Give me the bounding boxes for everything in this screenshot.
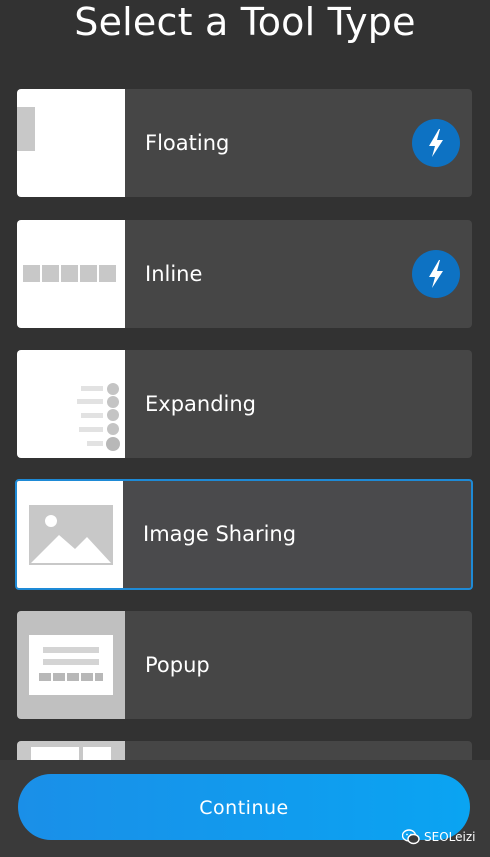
- popup-window-icon: [17, 611, 125, 719]
- tool-card-label: Image Sharing: [143, 522, 297, 546]
- tool-card-label: Inline: [145, 262, 203, 286]
- tool-type-list: Floating Inline Expanding Image Sharing …: [0, 0, 490, 857]
- tool-card-label: Popup: [145, 653, 210, 677]
- floating-bar-icon: [17, 89, 125, 197]
- tool-card-inline[interactable]: Inline: [17, 220, 472, 328]
- lightning-bolt-icon: [412, 119, 460, 167]
- tool-card-label: Expanding: [145, 392, 257, 416]
- tool-card-image-sharing[interactable]: Image Sharing: [15, 479, 473, 590]
- tool-card-popup[interactable]: Popup: [17, 611, 472, 719]
- watermark-text: SEOLeizi: [424, 830, 476, 844]
- watermark: SEOLeizi: [401, 827, 488, 847]
- wechat-icon: [401, 829, 420, 845]
- expanding-menu-icon: [17, 350, 125, 458]
- tool-card-label: Floating: [145, 131, 230, 155]
- image-placeholder-icon: [17, 481, 123, 588]
- inline-bar-icon: [17, 220, 125, 328]
- tool-card-floating[interactable]: Floating: [17, 89, 472, 197]
- lightning-bolt-icon: [412, 250, 460, 298]
- tool-card-expanding[interactable]: Expanding: [17, 350, 472, 458]
